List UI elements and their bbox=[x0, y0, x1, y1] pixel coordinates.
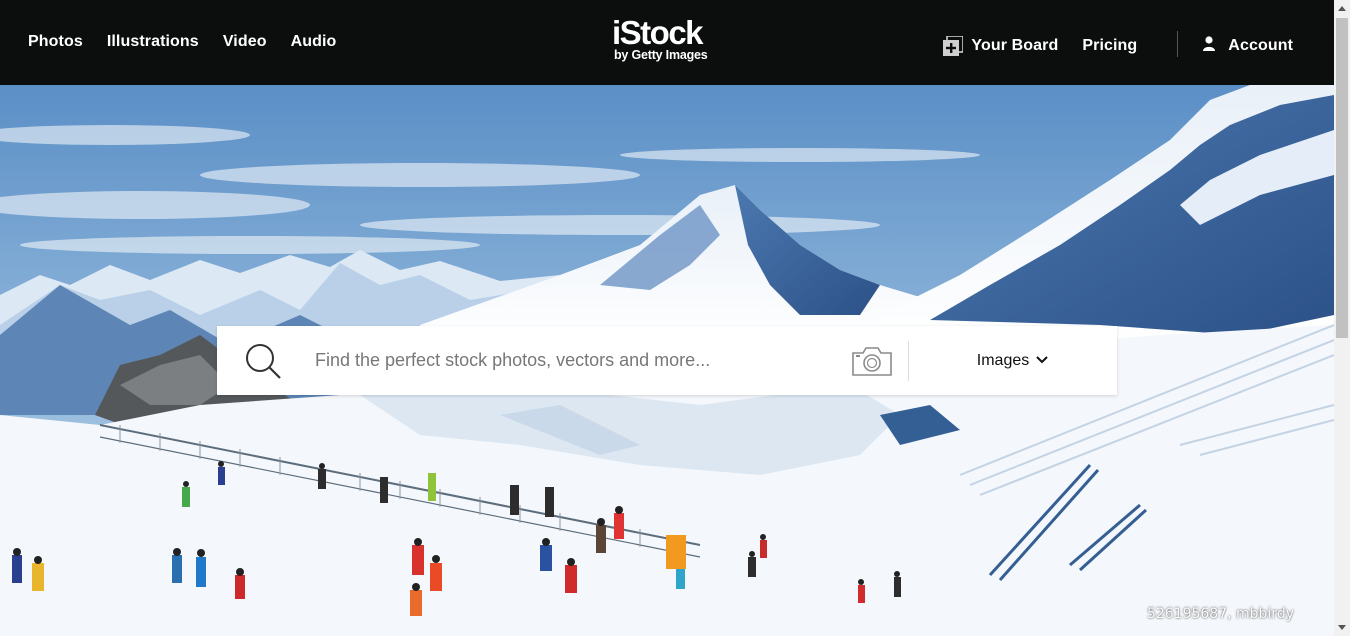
account-label: Account bbox=[1228, 37, 1293, 54]
search-bar: Images bbox=[217, 326, 1117, 395]
pricing-link[interactable]: Pricing bbox=[1082, 37, 1137, 55]
chevron-down-icon bbox=[1035, 352, 1049, 370]
media-type-dropdown[interactable]: Images bbox=[909, 352, 1117, 370]
media-type-selected: Images bbox=[976, 351, 1030, 369]
account-link[interactable]: Account bbox=[1202, 35, 1293, 57]
plus-board-icon bbox=[943, 35, 965, 56]
top-navigation: Photos Illustrations Video Audio iStock … bbox=[0, 0, 1334, 85]
scroll-thumb[interactable] bbox=[1336, 18, 1348, 338]
user-nav: Your Board Pricing Account bbox=[943, 31, 1293, 59]
search-icon[interactable] bbox=[243, 341, 283, 381]
your-board-label: Your Board bbox=[971, 37, 1059, 54]
nav-video[interactable]: Video bbox=[223, 33, 267, 51]
camera-icon[interactable] bbox=[851, 345, 893, 377]
user-icon bbox=[1202, 35, 1216, 57]
media-type-nav: Photos Illustrations Video Audio bbox=[28, 33, 336, 51]
nav-illustrations[interactable]: Illustrations bbox=[107, 33, 199, 51]
scroll-up-arrow-icon[interactable] bbox=[1334, 0, 1350, 16]
logo-tagline: by Getty Images bbox=[614, 48, 708, 62]
search-input[interactable] bbox=[315, 340, 835, 381]
nav-audio[interactable]: Audio bbox=[291, 33, 337, 51]
nav-photos[interactable]: Photos bbox=[28, 33, 83, 51]
page-scrollbar[interactable] bbox=[1334, 0, 1350, 636]
your-board-link[interactable]: Your Board bbox=[943, 35, 1059, 56]
scroll-down-arrow-icon[interactable] bbox=[1334, 620, 1350, 636]
logo-wordmark: iStock bbox=[612, 14, 704, 51]
image-credit: 526195687, mbbirdy bbox=[1146, 606, 1294, 622]
nav-divider bbox=[1177, 31, 1179, 57]
istock-logo[interactable]: iStock by Getty Images bbox=[612, 16, 708, 62]
